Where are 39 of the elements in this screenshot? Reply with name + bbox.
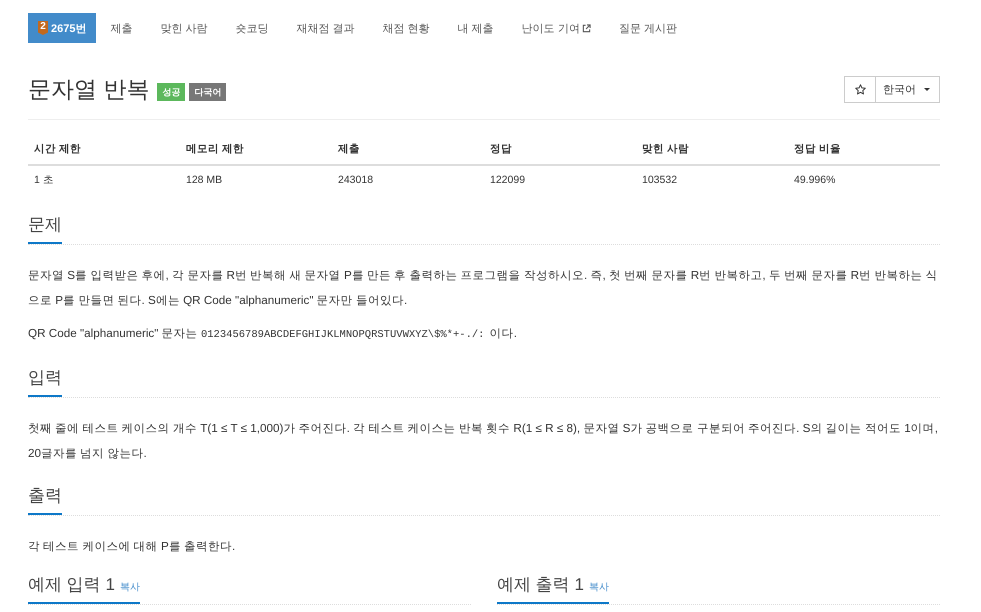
section-paragraph: 각 테스트 케이스에 대해 P를 출력한다. [28,539,236,555]
section-paragraph: 첫째 줄에 테스트 케이스의 개수 T(1 ≤ T ≤ 1,000)가 주어진다. 각 테스트 케이스는 반복 횟수 R(1 ≤ R ≤ 8), 문자열 S가 공백으로 구분되어 주어진다. S의 길이는 적어도 1이며, 20글자를 넘지 않는다. [28,421,939,462]
nav-tab[interactable]: 맞힌 사람 [146,13,222,43]
nav-tab[interactable]: 질문 게시판 [604,13,691,43]
copy-link[interactable]: 복사 [588,582,609,593]
table-cell: 128 MB [180,165,332,195]
sample-heading: 예제 출력 1 [497,575,584,594]
section-heading: 출력 [28,484,62,515]
caret-icon [924,88,930,90]
table-cell: 243018 [332,165,484,195]
section-heading: 문제 [28,213,62,244]
table-cell: 1 초 [28,165,180,195]
table-cell: 49.996% [788,165,940,195]
nav-tab[interactable]: 난이도 기여 [508,13,605,43]
nav-tab[interactable]: 채점 현황 [368,13,444,43]
nav-tab[interactable]: 제출 [96,13,146,43]
column-header: 시간 제한 [28,135,180,165]
section-paragraph: 문자열 S를 입력받은 후에, 각 문자를 R번 반복해 새 문자열 P를 만든 후 출력하는 프로그램을 작성하시오. 즉, 첫 번째 문자를 R번 반복하고, 두 번째 문자를 R번 반복하는 식으로 P를 만들면 된다. S에는 QR Code "alphanumeric" 문자만 들어있다. [28,268,939,309]
column-header: 제출 [332,135,484,165]
favorite-button[interactable] [844,76,876,102]
tier-badge: 2 [38,21,48,35]
column-header: 메모리 제한 [180,135,332,165]
nav-tab[interactable]: 숏코딩 [222,13,283,43]
column-header: 정답 [484,135,636,165]
problem-tag: 다국어 [189,83,226,101]
sample-heading: 예제 입력 1 [28,575,115,594]
column-header: 맞힌 사람 [636,135,788,165]
table-cell: 122099 [484,165,636,195]
nav-tab[interactable]: 내 제출 [444,13,508,43]
table-cell: 103532 [636,165,788,195]
nav-tab[interactable]: 재채점 결과 [282,13,369,43]
nav-tab[interactable]: 2 2675번 [28,13,96,43]
problem-title: 문자열 반복 [28,75,150,103]
copy-link[interactable]: 복사 [120,582,140,593]
column-header: 정답 비율 [788,135,940,165]
section-paragraph: QR Code "alphanumeric" 문자는 0123456789ABCDEFGHIJKLMNOPQRSTUVWXYZ\$%*+-./: 이다. [28,326,518,343]
problem-tag: 성공 [157,83,186,101]
language-dropdown[interactable]: 한국어 [875,76,940,102]
section-heading: 입력 [28,366,62,397]
